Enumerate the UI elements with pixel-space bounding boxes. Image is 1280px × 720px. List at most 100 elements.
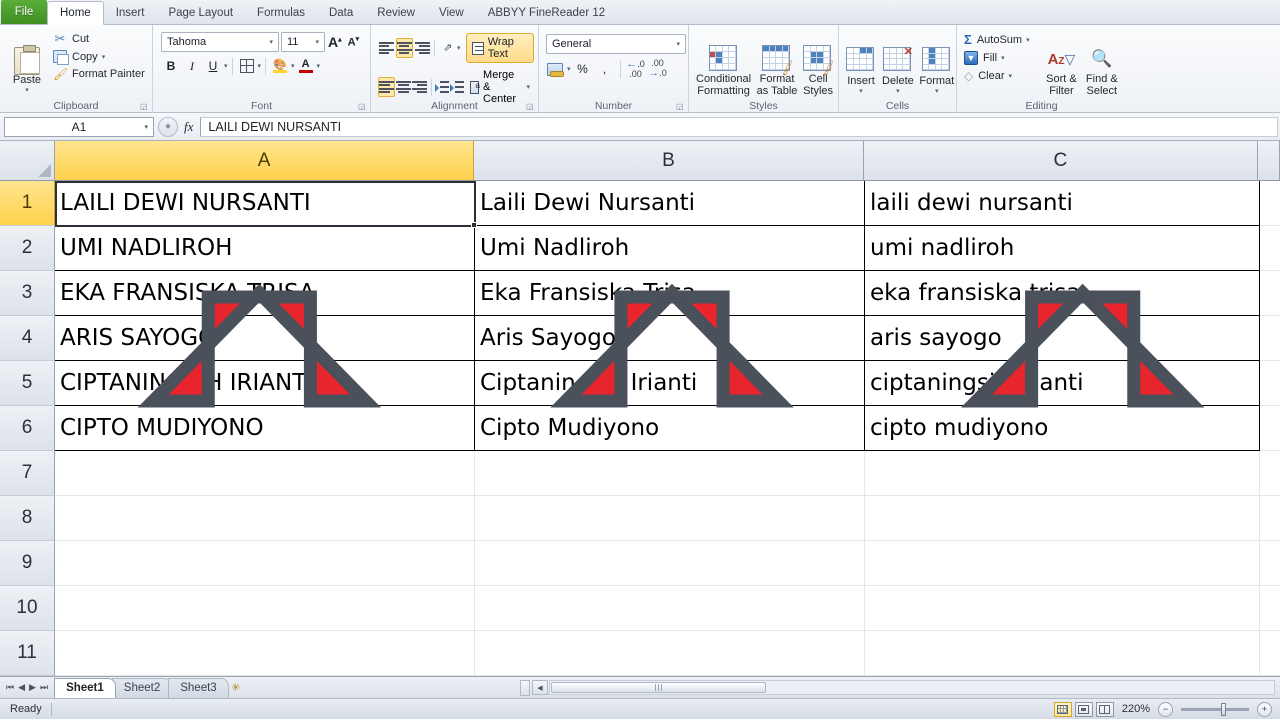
cell-a4[interactable]: ARIS SAYOGO: [55, 316, 475, 361]
column-header-a[interactable]: A: [54, 141, 475, 180]
select-all-corner[interactable]: [0, 141, 55, 180]
column-header-d[interactable]: [1258, 141, 1280, 180]
row-header-3[interactable]: 3: [0, 271, 55, 316]
tab-data[interactable]: Data: [317, 1, 365, 24]
horizontal-scroll-thumb[interactable]: [551, 682, 766, 693]
tab-review[interactable]: Review: [365, 1, 427, 24]
increase-decimal-button[interactable]: ←.0.00: [626, 59, 646, 79]
sheet-tab-sheet2[interactable]: Sheet2: [111, 677, 173, 698]
cell-a9[interactable]: [55, 541, 475, 586]
copy-button[interactable]: Copy ▾: [50, 49, 148, 65]
row-header-9[interactable]: 9: [0, 541, 55, 586]
font-color-chevron-down-icon[interactable]: ▾: [317, 62, 321, 70]
orientation-chevron-down-icon[interactable]: ▾: [457, 44, 461, 52]
formula-input[interactable]: LAILI DEWI NURSANTI: [200, 116, 1278, 137]
increase-indent-button[interactable]: [450, 77, 465, 97]
cell-a3[interactable]: EKA FRANSISKA TRISA: [55, 271, 475, 316]
cell-d1[interactable]: [1260, 181, 1280, 226]
horizontal-scroll-track[interactable]: [549, 680, 1275, 695]
comma-format-button[interactable]: ,: [595, 59, 615, 79]
row-header-10[interactable]: 10: [0, 586, 55, 631]
number-format-combo[interactable]: General ▾: [546, 34, 686, 54]
orientation-button[interactable]: ⇗: [439, 38, 456, 58]
cell-b8[interactable]: [475, 496, 865, 541]
cell-c1[interactable]: laili dewi nursanti: [865, 181, 1260, 226]
column-header-c[interactable]: C: [863, 141, 1259, 180]
name-box[interactable]: A1 ▾: [4, 116, 154, 137]
align-left-button[interactable]: [378, 77, 395, 97]
cell-d10[interactable]: [1260, 586, 1280, 631]
align-bottom-button[interactable]: [414, 38, 431, 58]
row-header-8[interactable]: 8: [0, 496, 55, 541]
decrease-decimal-button[interactable]: .00 →.0: [648, 59, 668, 79]
cell-d11[interactable]: [1260, 631, 1280, 676]
underline-button[interactable]: U: [203, 56, 223, 76]
clear-button[interactable]: ◇ Clear ▾: [961, 68, 1041, 84]
cell-d4[interactable]: [1260, 316, 1280, 361]
font-color-button[interactable]: A: [296, 56, 316, 76]
horizontal-scrollbar[interactable]: ◀: [520, 679, 1276, 696]
row-header-1[interactable]: 1: [0, 181, 55, 226]
cell-c4[interactable]: aris sayogo: [865, 316, 1260, 361]
bold-button[interactable]: B: [161, 56, 181, 76]
cell-d9[interactable]: [1260, 541, 1280, 586]
cell-c2[interactable]: umi nadliroh: [865, 226, 1260, 271]
normal-view-button[interactable]: [1053, 701, 1072, 717]
cell-b5[interactable]: Ciptaningsih Irianti: [475, 361, 865, 406]
cell-c10[interactable]: [865, 586, 1260, 631]
decrease-indent-button[interactable]: [435, 77, 450, 97]
cell-d8[interactable]: [1260, 496, 1280, 541]
cell-a6[interactable]: CIPTO MUDIYONO: [55, 406, 475, 451]
accounting-format-button[interactable]: [545, 59, 565, 79]
borders-chevron-down-icon[interactable]: ▾: [258, 62, 262, 70]
fill-button[interactable]: ▼ Fill ▾: [961, 50, 1041, 66]
scroll-left-icon[interactable]: ◀: [532, 680, 548, 695]
underline-chevron-down-icon[interactable]: ▾: [224, 62, 228, 70]
row-header-2[interactable]: 2: [0, 226, 55, 271]
borders-button[interactable]: [237, 56, 257, 76]
cell-d5[interactable]: [1260, 361, 1280, 406]
alignment-dialog-launcher-icon[interactable]: ◲: [526, 102, 535, 111]
tab-file[interactable]: File: [1, 0, 47, 24]
cell-a8[interactable]: [55, 496, 475, 541]
row-header-4[interactable]: 4: [0, 316, 55, 361]
cell-d7[interactable]: [1260, 451, 1280, 496]
fx-icon[interactable]: fx: [182, 119, 200, 135]
cell-b10[interactable]: [475, 586, 865, 631]
last-sheet-icon[interactable]: ⏭: [40, 682, 48, 693]
cell-c5[interactable]: ciptaningsih irianti: [865, 361, 1260, 406]
zoom-slider[interactable]: [1181, 702, 1249, 716]
row-header-5[interactable]: 5: [0, 361, 55, 406]
cell-c11[interactable]: [865, 631, 1260, 676]
sheet-tab-sheet1[interactable]: Sheet1: [54, 677, 116, 698]
cell-b9[interactable]: [475, 541, 865, 586]
autosum-button[interactable]: Σ AutoSum ▾: [961, 31, 1041, 48]
page-break-view-button[interactable]: [1095, 701, 1114, 717]
font-dialog-launcher-icon[interactable]: ◲: [358, 102, 367, 111]
next-sheet-icon[interactable]: ▶: [29, 682, 36, 693]
cell-b11[interactable]: [475, 631, 865, 676]
cell-a1[interactable]: LAILI DEWI NURSANTI: [55, 181, 475, 226]
tab-home[interactable]: Home: [47, 1, 104, 25]
cell-d6[interactable]: [1260, 406, 1280, 451]
column-header-b[interactable]: B: [474, 141, 864, 180]
number-dialog-launcher-icon[interactable]: ◲: [676, 102, 685, 111]
cell-c3[interactable]: eka fransiska trisa: [865, 271, 1260, 316]
cell-c6[interactable]: cipto mudiyono: [865, 406, 1260, 451]
zoom-level[interactable]: 220%: [1117, 703, 1155, 715]
zoom-out-button[interactable]: −: [1158, 701, 1173, 717]
cell-a5[interactable]: CIPTANINGSIH IRIANTI: [55, 361, 475, 406]
currency-chevron-down-icon[interactable]: ▾: [567, 65, 571, 73]
first-sheet-icon[interactable]: ⏮: [6, 682, 14, 693]
cell-a2[interactable]: UMI NADLIROH: [55, 226, 475, 271]
tab-page-layout[interactable]: Page Layout: [156, 1, 245, 24]
font-size-combo[interactable]: 11 ▾: [281, 32, 325, 52]
percent-format-button[interactable]: %: [573, 59, 593, 79]
cell-b1[interactable]: Laili Dewi Nursanti: [475, 181, 865, 226]
zoom-in-button[interactable]: +: [1257, 701, 1272, 717]
cell-a10[interactable]: [55, 586, 475, 631]
tab-insert[interactable]: Insert: [104, 1, 157, 24]
cell-c7[interactable]: [865, 451, 1260, 496]
decrease-font-size-button[interactable]: A▾: [345, 35, 362, 49]
cell-d3[interactable]: [1260, 271, 1280, 316]
